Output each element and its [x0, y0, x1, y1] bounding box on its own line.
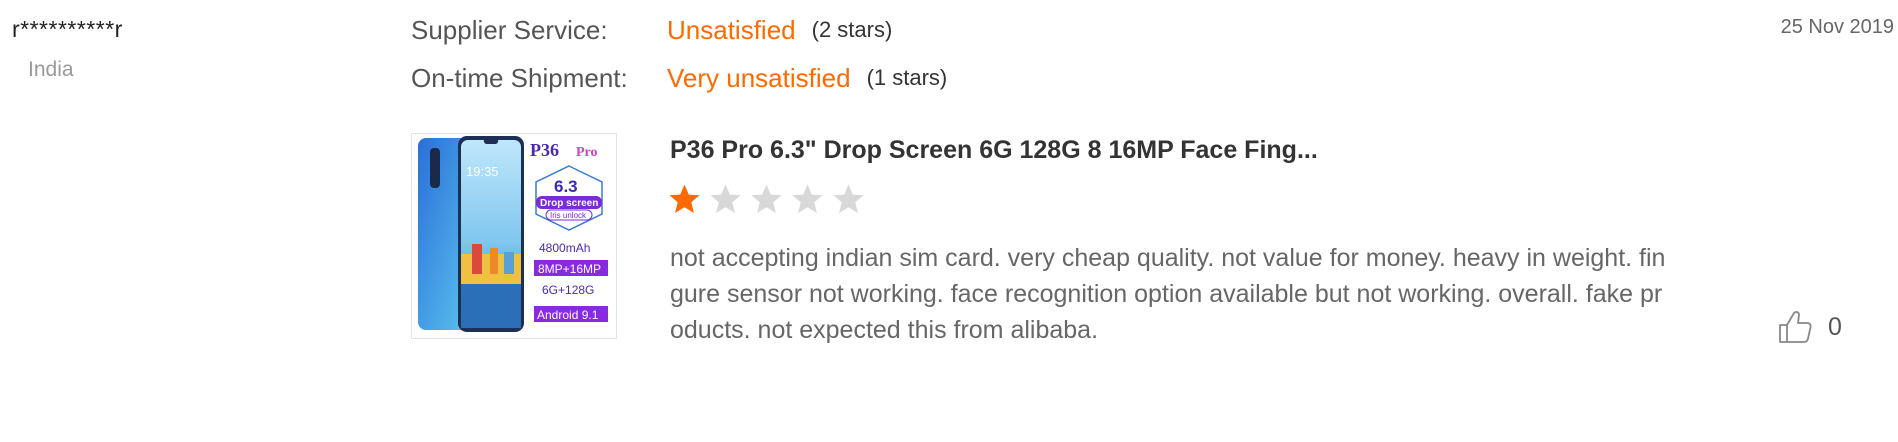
battery-label: 4800mAh: [539, 241, 590, 255]
rating-label: Supplier Service:: [411, 14, 608, 45]
rating-stars-count: (1 stars): [866, 65, 948, 90]
reviewer-country: India: [28, 58, 74, 81]
on-time-shipment-rating: On-time Shipment: Very unsatisfied (1 st…: [411, 60, 947, 96]
memory-label: 6G+128G: [542, 283, 594, 297]
screen-size: 6.3: [554, 177, 578, 196]
supplier-service-rating: Supplier Service: Unsatisfied (2 stars): [411, 12, 892, 48]
rating-label: On-time Shipment:: [411, 62, 628, 93]
star-rating: [668, 183, 865, 216]
product-title-link[interactable]: P36 Pro 6.3" Drop Screen 6G 128G 8 16MP …: [670, 136, 1318, 165]
review-text: not accepting indian sim card. very chea…: [670, 244, 1666, 344]
star-icon: [669, 184, 700, 213]
star-icon: [833, 184, 864, 213]
reviewer-name: r**********r: [12, 16, 123, 42]
star-icon: [751, 184, 782, 213]
star-icon: [792, 184, 823, 213]
rating-value: Unsatisfied: [667, 14, 796, 45]
review-date: 25 Nov 2019: [1780, 16, 1894, 38]
rating-value: Very unsatisfied: [667, 62, 851, 93]
iris-label: Iris unlock: [550, 211, 587, 220]
like-button[interactable]: 0: [1776, 308, 1842, 346]
star-icon: [710, 184, 741, 213]
drop-screen-label: Drop screen: [540, 198, 598, 209]
pro-label: Pro: [576, 145, 598, 160]
thumbs-up-icon: [1779, 311, 1812, 343]
camera-label: 8MP+16MP: [538, 262, 601, 276]
phone-illustration: 19:35 P36 Pro 6.3 Drop screen Iris unloc…: [412, 134, 616, 338]
phone-clock: 19:35: [466, 164, 499, 179]
review-card: r**********r India Supplier Service: Uns…: [0, 0, 1898, 442]
like-count: 0: [1828, 312, 1842, 341]
rating-stars-count: (2 stars): [811, 17, 893, 42]
os-label: Android 9.1: [537, 308, 599, 322]
model-label: P36: [530, 140, 559, 160]
product-image[interactable]: 19:35 P36 Pro 6.3 Drop screen Iris unloc…: [411, 133, 617, 339]
